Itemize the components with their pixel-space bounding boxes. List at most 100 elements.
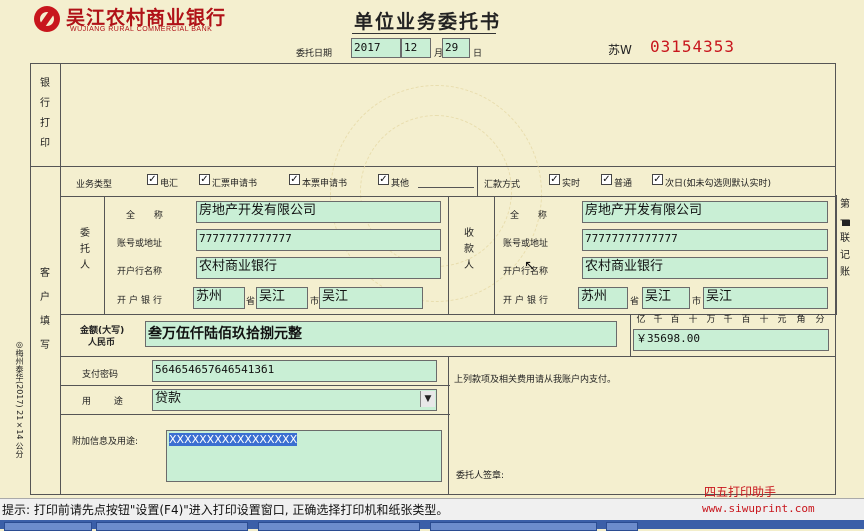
type-promissory-label: 本票申请书: [302, 179, 348, 189]
payer-branch-input[interactable]: 吴江: [319, 287, 423, 309]
taskbar-item-3[interactable]: [258, 522, 420, 531]
divider-remit: [477, 166, 478, 196]
payee-branch-label: 开户银行: [503, 296, 552, 306]
payee-name-input[interactable]: 房地产开发有限公司: [582, 201, 828, 223]
amount-label-bottom: 人民币: [88, 338, 116, 348]
payee-account-label: 账号或地址: [503, 239, 549, 249]
checkbox-draft[interactable]: ✓: [199, 174, 210, 185]
payer-name-label: 全 称: [126, 211, 171, 221]
payment-note: 上列款项及相关费用请从我账户内支付。: [454, 375, 617, 385]
digit-header-yuan: 元: [777, 315, 787, 325]
business-type-label: 业务类型: [76, 180, 113, 190]
divider-digits: [630, 314, 631, 356]
chevron-down-icon[interactable]: ▼: [420, 391, 435, 407]
checkbox-normal[interactable]: ✓: [601, 174, 612, 185]
digit-header-shi1: 十: [688, 315, 698, 325]
payer-bank-label: 开户行名称: [117, 267, 163, 277]
copy-label: 第一联记账: [840, 199, 850, 278]
bank-name-en: WUJIANG RURAL COMMERCIAL BANK: [70, 26, 213, 33]
payee-section-label: 收款人: [464, 228, 474, 271]
digit-header-bai2: 百: [741, 315, 751, 325]
taskbar-item-1[interactable]: [4, 522, 92, 531]
type-other-label: 其他: [391, 179, 410, 189]
taskbar-item-5[interactable]: [606, 522, 638, 531]
purpose-select[interactable]: 贷款: [152, 389, 437, 411]
payee-branch-input[interactable]: 吴江: [703, 287, 828, 309]
amount-words-input[interactable]: 叁万伍仟陆佰玖拾捌元整: [145, 321, 617, 347]
digit-header-fen: 分: [815, 315, 825, 325]
digit-header-qian1: 千: [653, 315, 663, 325]
printer-note: ◎梅州泰华(2017) 21×14 公分: [15, 340, 24, 459]
checkbox-wire[interactable]: ✓: [147, 174, 158, 185]
digit-header-jiao: 角: [796, 315, 806, 325]
mouse-cursor-icon: ↖: [524, 258, 536, 274]
date-label: 委托日期: [296, 49, 333, 59]
digit-header-bai1: 百: [670, 315, 680, 325]
remit-mode-label: 汇款方式: [484, 180, 521, 190]
payer-section-label: 委托人: [80, 228, 90, 271]
digit-header-yi: 亿: [636, 315, 646, 325]
amount-figures-input[interactable]: ￥35698.00: [633, 329, 829, 351]
customer-fill-label: 客户填写: [40, 268, 50, 351]
payer-account-input[interactable]: 77777777777777: [196, 229, 441, 251]
serial-prefix: 苏W: [608, 43, 632, 57]
checkbox-other[interactable]: ✓: [378, 174, 389, 185]
payee-province-input[interactable]: 苏州: [578, 287, 628, 309]
payee-account-input[interactable]: 77777777777777: [582, 229, 828, 251]
divider-purpose: [60, 385, 450, 386]
checkbox-promissory[interactable]: ✓: [289, 174, 300, 185]
purpose-value: 贷款: [155, 391, 182, 406]
payer-city-input[interactable]: 吴江: [256, 287, 308, 309]
payer-bank-input[interactable]: 农村商业银行: [196, 257, 441, 279]
digit-header-wan: 万: [706, 315, 716, 325]
taskbar-item-4[interactable]: [430, 522, 597, 531]
digit-header-shi2: 十: [759, 315, 769, 325]
payer-city-unit: 市: [310, 297, 320, 307]
divider-amount: [60, 314, 836, 315]
payer-province-input[interactable]: 苏州: [193, 287, 245, 309]
checkbox-realtime[interactable]: ✓: [549, 174, 560, 185]
watermark-brand: 四五打印助手: [704, 485, 777, 499]
password-label: 支付密码: [82, 370, 119, 380]
taskbar-item-2[interactable]: [96, 522, 248, 531]
digit-header-qian2: 千: [723, 315, 733, 325]
extra-info-selected-text: XXXXXXXXXXXXXXXXX: [169, 433, 298, 446]
payer-province-unit: 省: [246, 297, 256, 307]
scroll-marker: [842, 220, 850, 226]
type-draft-label: 汇票申请书: [212, 179, 258, 189]
title-underline: [352, 33, 496, 34]
divider-center: [448, 196, 449, 314]
other-underline: [418, 187, 474, 188]
payee-province-unit: 省: [630, 297, 640, 307]
payer-branch-label: 开户银行: [117, 296, 166, 306]
serial-number: 03154353: [650, 37, 736, 56]
signature-label: 委托人签章:: [456, 471, 505, 481]
date-year-input[interactable]: 2017: [351, 38, 401, 58]
payee-name-label: 全 称: [510, 211, 555, 221]
divider-side-labels: [60, 63, 61, 495]
checkbox-nextday[interactable]: ✓: [652, 174, 663, 185]
purpose-label: 用 途: [82, 397, 133, 407]
divider-signature: [448, 356, 449, 495]
payer-account-label: 账号或地址: [117, 239, 163, 249]
bank-logo-icon: [34, 6, 60, 32]
payee-bank-input[interactable]: 农村商业银行: [582, 257, 828, 279]
form-title: 单位业务委托书: [354, 11, 502, 33]
divider-right: [836, 195, 837, 315]
day-unit: 日: [473, 49, 483, 59]
bank-print-label: 银行打印: [40, 78, 50, 149]
date-day-input[interactable]: 29: [442, 38, 470, 58]
payee-city-input[interactable]: 吴江: [642, 287, 690, 309]
remit-realtime-label: 实时: [562, 179, 581, 189]
watermark-url: www.siwuprint.com: [702, 502, 815, 515]
remittance-form: 吴江 农村商业银行 WUJIANG RURAL COMMERCIAL BANK 单…: [0, 0, 864, 498]
payer-name-input[interactable]: 房地产开发有限公司: [196, 201, 441, 223]
date-month-input[interactable]: 12: [401, 38, 431, 58]
status-text: 提示: 打印前请先点按钮"设置(F4)"进入打印设置窗口, 正确选择打印机和纸张…: [2, 503, 449, 517]
divider-extra: [60, 414, 450, 415]
extra-info-textarea[interactable]: XXXXXXXXXXXXXXXXX: [166, 430, 442, 482]
password-input[interactable]: 5646546576465413б1: [152, 360, 437, 382]
remit-normal-label: 普通: [614, 179, 633, 189]
payee-city-unit: 市: [692, 297, 702, 307]
extra-info-label: 附加信息及用途:: [72, 437, 139, 447]
